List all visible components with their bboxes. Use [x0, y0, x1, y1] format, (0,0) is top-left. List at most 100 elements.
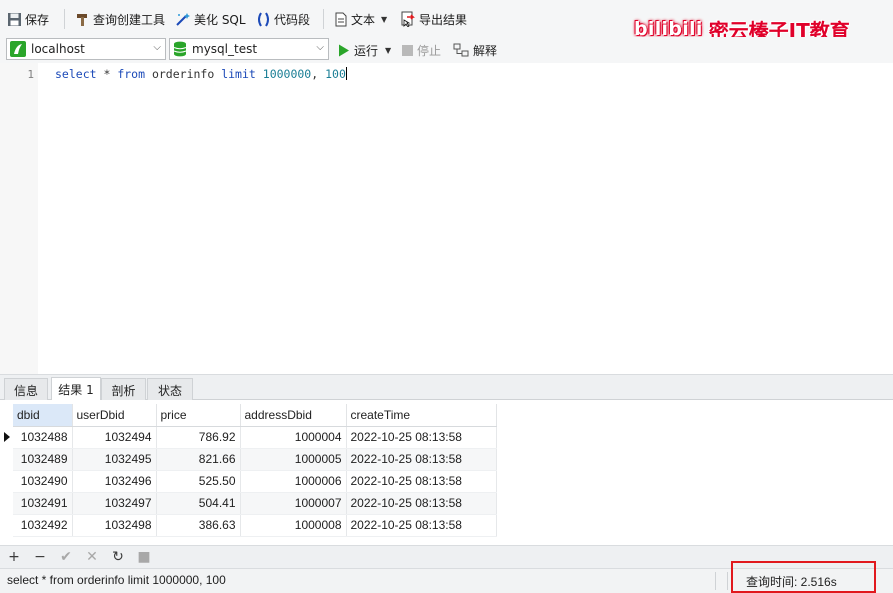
cell-dbid[interactable]: 1032491	[13, 492, 73, 515]
cell-price[interactable]: 386.63	[156, 514, 241, 537]
chevron-down-icon: ▼	[385, 45, 392, 55]
sql-keyword: from	[117, 67, 146, 81]
cell-addressdbid[interactable]: 1000006	[240, 470, 347, 493]
cell-addressdbid[interactable]: 1000008	[240, 514, 347, 537]
cell-dbid[interactable]: 1032489	[13, 448, 73, 471]
result-grid: dbid userDbid price addressDbid createTi…	[0, 400, 893, 545]
cell-dbid[interactable]: 1032490	[13, 470, 73, 493]
database-value: mysql_test	[192, 42, 258, 56]
text-cursor	[345, 67, 347, 80]
cell-createtime[interactable]: 2022-10-25 08:13:58	[346, 492, 497, 515]
cell-createtime[interactable]: 2022-10-25 08:13:58	[346, 514, 497, 537]
chevron-down-icon: ⌵	[153, 42, 161, 53]
export-results-label: 导出结果	[419, 12, 468, 27]
toolbar-separator	[64, 9, 65, 29]
text-menu-button[interactable]: 文本 ▼	[334, 9, 387, 29]
cell-userdbid[interactable]: 1032494	[72, 426, 157, 449]
database-icon	[173, 41, 187, 57]
table-row[interactable]: 1032491 1032497 504.41 1000007 2022-10-2…	[13, 492, 497, 515]
line-number: 1	[27, 68, 34, 81]
cell-price[interactable]: 504.41	[156, 492, 241, 515]
tab-status[interactable]: 状态	[147, 378, 193, 401]
mysql-connection-icon	[10, 41, 26, 57]
tab-label: 信息	[13, 383, 38, 398]
tab-label: 结果 1	[58, 383, 94, 397]
hammer-icon	[77, 13, 87, 26]
add-record-icon[interactable]: +	[7, 550, 21, 564]
refresh-icon[interactable]: ↻	[111, 550, 125, 564]
cell-addressdbid[interactable]: 1000004	[240, 426, 347, 449]
cell-price[interactable]: 525.50	[156, 470, 241, 493]
sql-editor[interactable]: 1 select * from orderinfo limit 1000000,…	[0, 63, 893, 374]
sql-code-line[interactable]: select * from orderinfo limit 1000000, 1…	[55, 67, 347, 81]
result-tabs: 信息 结果 1 剖析 状态	[0, 374, 893, 401]
cell-userdbid[interactable]: 1032495	[72, 448, 157, 471]
highlight-box	[731, 561, 876, 593]
column-header-createtime[interactable]: createTime	[346, 404, 497, 427]
table-row[interactable]: 1032489 1032495 821.66 1000005 2022-10-2…	[13, 448, 497, 471]
sql-keyword: select	[55, 67, 97, 81]
column-header-dbid[interactable]: dbid	[13, 404, 73, 427]
cell-dbid[interactable]: 1032488	[13, 426, 73, 449]
toolbar-separator	[323, 9, 324, 29]
result-table: dbid userDbid price addressDbid createTi…	[13, 404, 497, 537]
save-button[interactable]: 保存	[7, 9, 49, 29]
table-row[interactable]: 1032492 1032498 386.63 1000008 2022-10-2…	[13, 514, 497, 537]
stop-button[interactable]: 停止	[402, 40, 441, 60]
cell-price[interactable]: 821.66	[156, 448, 241, 471]
explain-button[interactable]: 解释	[453, 40, 497, 60]
status-divider	[727, 572, 728, 590]
query-builder-button[interactable]: 查询创建工具	[75, 9, 165, 29]
parentheses-icon	[258, 11, 269, 27]
table-row[interactable]: 1032490 1032496 525.50 1000006 2022-10-2…	[13, 470, 497, 493]
header-row: dbid userDbid price addressDbid createTi…	[13, 404, 497, 427]
document-icon	[335, 12, 347, 26]
stop-icon	[402, 44, 413, 56]
cell-userdbid[interactable]: 1032496	[72, 470, 157, 493]
line-number-gutter: 1	[0, 63, 38, 374]
column-header-price[interactable]: price	[156, 404, 241, 427]
current-row-indicator-icon	[4, 432, 10, 442]
tab-label: 状态	[157, 383, 182, 398]
code-snippet-button[interactable]: 代码段	[256, 9, 310, 29]
stop-icon[interactable]: ■	[137, 550, 151, 564]
cell-price[interactable]: 786.92	[156, 426, 241, 449]
chevron-down-icon: ⌵	[316, 42, 324, 53]
cell-addressdbid[interactable]: 1000007	[240, 492, 347, 515]
table-row[interactable]: 1032488 1032494 786.92 1000004 2022-10-2…	[13, 426, 497, 449]
beautify-sql-label: 美化 SQL	[194, 12, 246, 27]
cell-userdbid[interactable]: 1032497	[72, 492, 157, 515]
database-select[interactable]: mysql_test ⌵	[169, 38, 329, 60]
sql-number: 100	[325, 67, 346, 81]
column-header-userdbid[interactable]: userDbid	[72, 404, 157, 427]
explain-label: 解释	[473, 43, 498, 58]
cell-dbid[interactable]: 1032492	[13, 514, 73, 537]
stop-label: 停止	[417, 43, 442, 58]
cell-createtime[interactable]: 2022-10-25 08:13:58	[346, 448, 497, 471]
sql-text: *	[96, 67, 118, 81]
run-button[interactable]: 运行 ▼	[338, 40, 391, 60]
tab-result-1[interactable]: 结果 1	[51, 377, 101, 401]
tab-info[interactable]: 信息	[4, 378, 48, 401]
apply-changes-icon[interactable]: ✔	[59, 550, 73, 564]
connection-select[interactable]: localhost ⌵	[6, 38, 166, 60]
cell-addressdbid[interactable]: 1000005	[240, 448, 347, 471]
cell-createtime[interactable]: 2022-10-25 08:13:58	[346, 426, 497, 449]
cell-userdbid[interactable]: 1032498	[72, 514, 157, 537]
magic-wand-icon	[176, 12, 190, 26]
tab-profile[interactable]: 剖析	[101, 378, 146, 401]
status-divider	[715, 572, 716, 590]
column-header-addressdbid[interactable]: addressDbid	[240, 404, 347, 427]
text-menu-label: 文本	[351, 12, 376, 27]
export-icon	[401, 11, 415, 27]
run-label: 运行	[354, 43, 379, 58]
delete-record-icon[interactable]: −	[33, 550, 47, 564]
export-results-button[interactable]: 导出结果	[400, 9, 467, 29]
discard-changes-icon[interactable]: ✕	[85, 550, 99, 564]
cell-createtime[interactable]: 2022-10-25 08:13:58	[346, 470, 497, 493]
sql-number: 1000000	[262, 67, 312, 81]
status-sql-text: select * from orderinfo limit 1000000, 1…	[7, 573, 226, 587]
beautify-sql-button[interactable]: 美化 SQL	[175, 9, 246, 29]
sql-keyword: limit	[221, 67, 256, 81]
